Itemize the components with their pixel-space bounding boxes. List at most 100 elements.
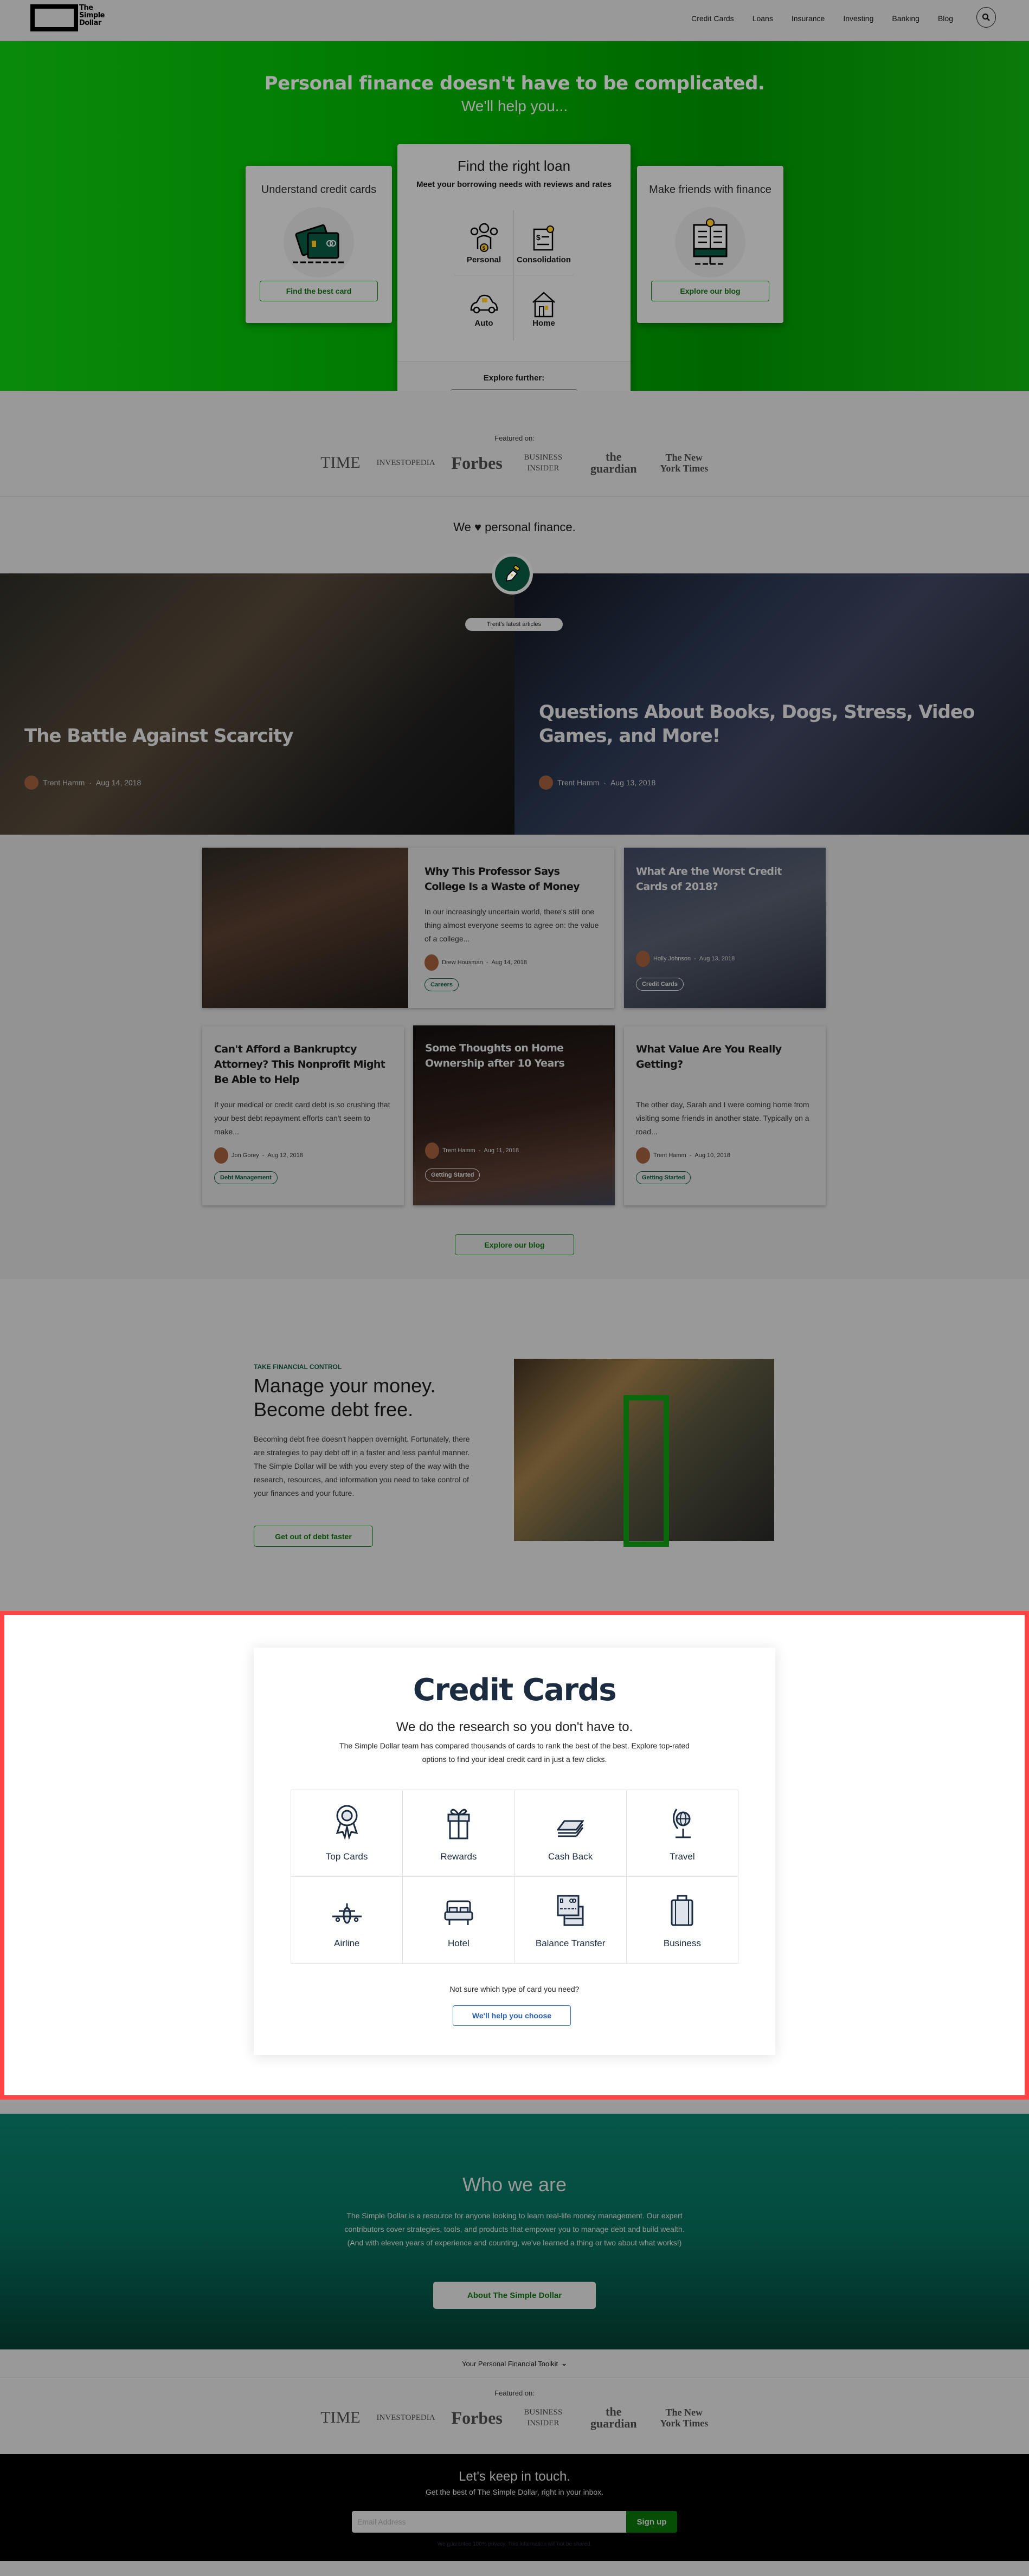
blog-card[interactable]: What Are the Worst Credit Cards of 2018?… (624, 848, 826, 1008)
globe-icon (673, 1809, 691, 1838)
briefcase-icon (671, 1895, 693, 1926)
credit-cards-section: Credit Cards We do the research so you d… (0, 1611, 1029, 2100)
cards-icon (557, 1895, 584, 1926)
gift-icon (447, 1809, 470, 1839)
blog-card[interactable]: What Value Are You Really Getting? The o… (624, 1026, 826, 1205)
logo-nyt: The New York Times (660, 452, 709, 474)
get-out-of-debt-button[interactable]: Get out of debt faster (254, 1526, 373, 1547)
trent-articles-section: The Battle Against Scarcity Trent Hamm · … (0, 573, 1029, 835)
help-choose-button[interactable]: We'll help you choose (453, 2005, 571, 2026)
loan-type-grid: $ Personal $ Consolidation Auto Home (454, 210, 574, 340)
article-title[interactable]: Questions About Books, Dogs, Stress, Vid… (539, 700, 983, 748)
featured-article[interactable]: The Battle Against Scarcity Trent Hamm · … (0, 573, 514, 835)
category-hotel[interactable]: Hotel (403, 1877, 515, 1964)
article-excerpt: In our increasingly uncertain world, the… (425, 907, 599, 943)
category-label: Hotel (448, 1938, 470, 1948)
explore-blog-button[interactable]: Explore our blog (455, 1234, 574, 1255)
article-title[interactable]: The Battle Against Scarcity (24, 724, 469, 748)
category-tag[interactable]: Careers (425, 978, 459, 991)
category-business[interactable]: Business (626, 1877, 738, 1964)
article-title[interactable]: What Value Are You Really Getting? (636, 1042, 815, 1072)
nav-banking[interactable]: Banking (892, 14, 919, 23)
logo-line: The (79, 4, 93, 12)
heart-icon: ♥ (474, 520, 482, 534)
category-airline[interactable]: Airline (291, 1877, 403, 1964)
article-title[interactable]: Why This Professor Says College Is a Was… (425, 864, 603, 894)
category-label: Travel (670, 1851, 695, 1862)
loan-option-home[interactable]: Home (514, 275, 574, 340)
date: Aug 13, 2018 (610, 778, 656, 787)
people-icon: $ (470, 223, 498, 252)
logo-business-insider: BUSINESS INSIDER (524, 2408, 563, 2427)
search-button[interactable] (976, 7, 996, 28)
nav-blog[interactable]: Blog (938, 14, 953, 23)
nav-loans[interactable]: Loans (753, 14, 773, 23)
logo-forbes: Forbes (451, 453, 503, 473)
article-meta: Jon Gorey - Aug 12, 2018 (214, 1147, 393, 1164)
category-rewards[interactable]: Rewards (403, 1790, 515, 1877)
category-label: Rewards (440, 1851, 477, 1862)
hero-title: Personal finance doesn't have to be comp… (264, 73, 765, 94)
article-title[interactable]: Some Thoughts on Home Ownership after 10… (425, 1041, 604, 1071)
who-we-are-section: Who we are The Simple Dollar is a resour… (0, 2114, 1029, 2349)
avatar (24, 776, 38, 790)
article-title[interactable]: Can't Afford a Bankruptcy Attorney? This… (214, 1042, 393, 1087)
article-image (202, 848, 408, 1008)
featured-article[interactable]: Questions About Books, Dogs, Stress, Vid… (514, 573, 1029, 835)
svg-text:$: $ (536, 233, 541, 242)
author: Trent Hamm (557, 778, 600, 787)
featured-label: Featured on: (494, 2389, 535, 2397)
loan-option-consolidation[interactable]: $ Consolidation (514, 210, 574, 275)
card-title: Make friends with finance (649, 184, 771, 196)
category-tag[interactable]: Getting Started (636, 1171, 691, 1184)
avatar (425, 1142, 439, 1159)
privacy-note: We guarantee 100% privacy. This informat… (437, 2541, 592, 2547)
category-tag[interactable]: Getting Started (425, 1168, 480, 1182)
loan-option-personal[interactable]: $ Personal (454, 210, 514, 275)
fountain-pen-icon (505, 565, 520, 582)
love-tagline: We ♥ personal finance. (453, 520, 576, 534)
press-logos: TIME INVESTOPEDIA Forbes BUSINESS INSIDE… (0, 451, 1029, 475)
nav-credit-cards[interactable]: Credit Cards (691, 14, 734, 23)
find-best-card-button[interactable]: Find the best card (260, 281, 378, 301)
loan-finder-card: Find the right loan Meet your borrowing … (397, 144, 631, 410)
category-tag[interactable]: Debt Management (214, 1171, 278, 1184)
pen-badge (492, 553, 533, 595)
signup-button[interactable]: Sign up (626, 2511, 677, 2533)
category-balance-transfer[interactable]: Balance Transfer (514, 1877, 627, 1964)
loan-option-auto[interactable]: Auto (454, 275, 514, 340)
category-label: Business (663, 1938, 701, 1948)
bed-icon (444, 1900, 473, 1925)
article-title[interactable]: What Are the Worst Credit Cards of 2018? (636, 864, 815, 894)
avatar (539, 776, 553, 790)
cash-stack-icon (557, 1820, 584, 1837)
blog-card[interactable]: Can't Afford a Bankruptcy Attorney? This… (202, 1026, 404, 1205)
section-title: Who we are (462, 2173, 567, 2196)
email-input[interactable] (352, 2511, 626, 2533)
award-ribbon-icon (336, 1805, 358, 1839)
category-tag[interactable]: Credit Cards (636, 978, 684, 991)
explore-blog-button[interactable]: Explore our blog (651, 281, 769, 301)
nav-insurance[interactable]: Insurance (792, 14, 825, 23)
article-excerpt: The other day, Sarah and I were coming h… (636, 1100, 809, 1136)
page-bottom (0, 2561, 1029, 2576)
chevron-down-icon: ⌄ (561, 2359, 567, 2367)
blog-card[interactable]: Why This Professor Says College Is a Was… (202, 848, 614, 1008)
article-excerpt: If your medical or credit card debt is s… (214, 1100, 390, 1136)
logo-line: Simple (79, 11, 105, 20)
about-button[interactable]: About The Simple Dollar (433, 2282, 596, 2309)
financial-toolkit-toggle[interactable]: Your Personal Financial Toolkit ⌄ (0, 2349, 1029, 2378)
blog-card[interactable]: Some Thoughts on Home Ownership after 10… (413, 1025, 615, 1205)
section-title: Credit Cards (413, 1673, 617, 1708)
nav-investing[interactable]: Investing (843, 14, 873, 23)
section-heading: Manage your money. Become debt free. (254, 1374, 436, 1421)
category-top-cards[interactable]: Top Cards (291, 1790, 403, 1877)
category-travel[interactable]: Travel (626, 1790, 738, 1877)
category-cash-back[interactable]: Cash Back (514, 1790, 627, 1877)
newsletter-subtitle: Get the best of The Simple Dollar, right… (425, 2488, 604, 2496)
logo-forbes: Forbes (451, 2407, 503, 2427)
airplane-icon (332, 1903, 362, 1924)
logo-mark (30, 4, 78, 31)
site-logo[interactable]: The Simple Dollar (30, 4, 105, 31)
card-title: Understand credit cards (261, 184, 377, 196)
